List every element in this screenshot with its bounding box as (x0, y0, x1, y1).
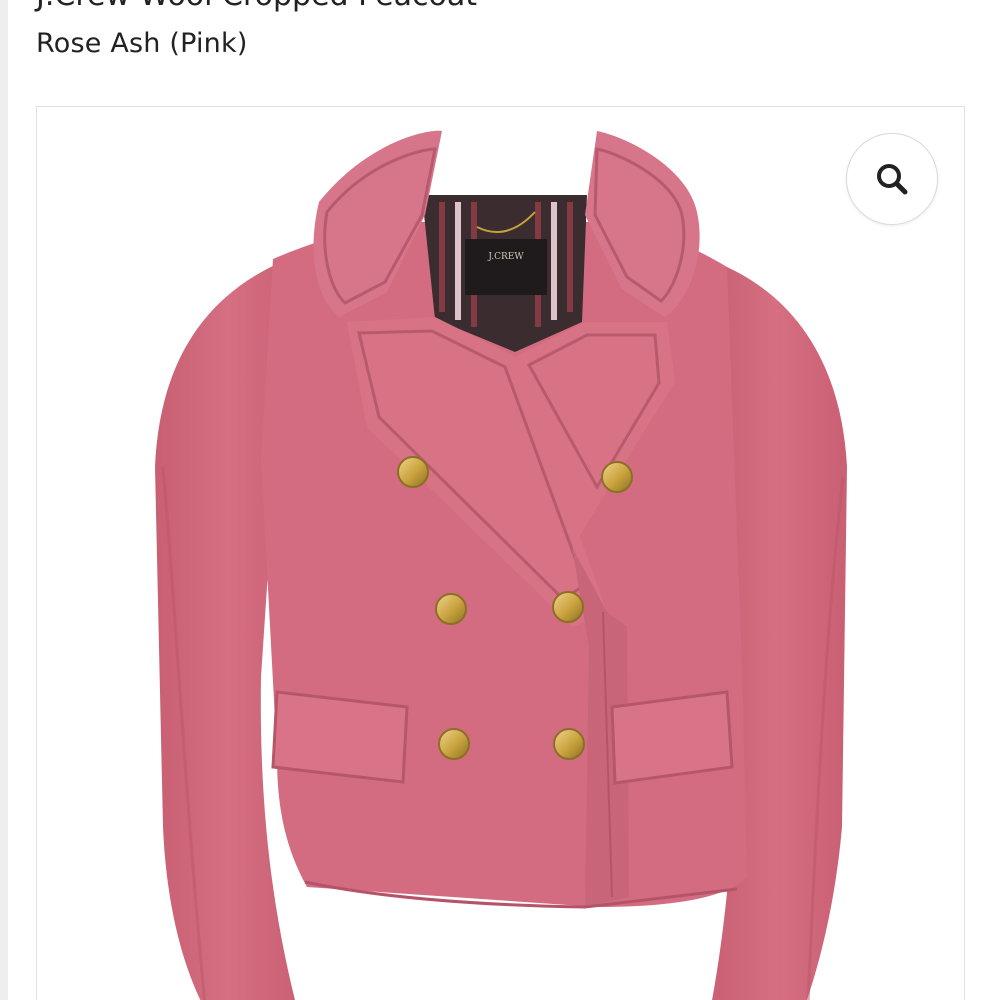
search-icon (877, 164, 908, 195)
product-image[interactable]: J.CREW (37, 107, 964, 1000)
zoom-button[interactable] (846, 133, 938, 225)
variant-label: Rose Ash (Pink) (36, 28, 248, 59)
product-image-frame[interactable]: J.CREW (36, 106, 965, 1000)
product-title-cut: J.Crew Wool Cropped Peacoat (36, 0, 477, 13)
brand-label: J.CREW (487, 252, 524, 262)
scroll-edge (0, 0, 8, 1000)
product-page: J.Crew Wool Cropped Peacoat Rose Ash (Pi… (0, 0, 1000, 1000)
